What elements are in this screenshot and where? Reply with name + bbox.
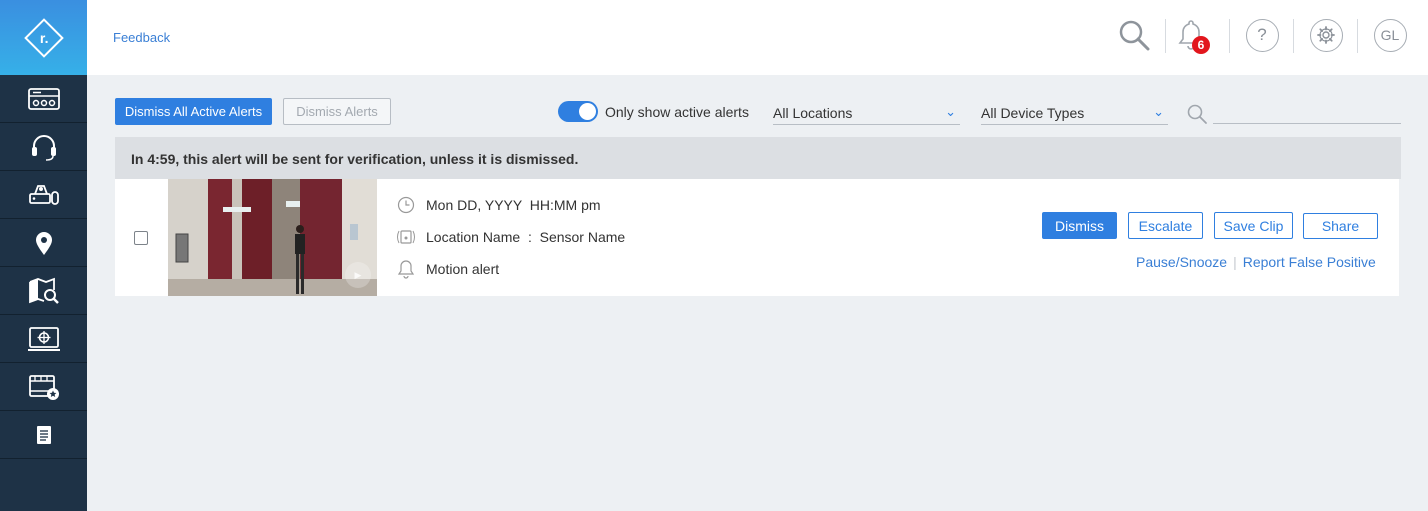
device-types-select[interactable]: All Device Types ⌄ — [981, 100, 1168, 125]
divider — [1293, 19, 1294, 53]
clock-icon — [395, 195, 417, 215]
map-search-icon — [28, 277, 59, 304]
devices-icon — [28, 184, 59, 205]
chevron-down-icon: ⌄ — [945, 104, 956, 119]
sensor-icon — [395, 227, 417, 247]
divider — [1229, 19, 1230, 53]
link-separator: | — [1233, 254, 1237, 270]
escalate-button[interactable]: Escalate — [1128, 212, 1203, 239]
alert-location: Location Name : Sensor Name — [426, 229, 626, 245]
verification-banner: In 4:59, this alert will be sent for ver… — [115, 137, 1401, 179]
feedback-link[interactable]: Feedback — [113, 30, 170, 45]
alert-select-checkbox[interactable] — [134, 231, 148, 245]
report-false-positive-link[interactable]: Report False Positive — [1243, 254, 1376, 270]
sidebar-item-map-search[interactable] — [0, 267, 87, 315]
headset-icon — [31, 134, 56, 161]
alert-timestamp: Mon DD, YYYY HH:MM pm — [426, 197, 601, 213]
gear-icon — [1309, 18, 1343, 52]
locations-select[interactable]: All Locations ⌄ — [773, 100, 960, 125]
sidebar-item-devices[interactable] — [0, 171, 87, 219]
settings-button[interactable] — [1308, 16, 1344, 54]
location-pin-icon — [35, 231, 52, 255]
active-alerts-toggle-label: Only show active alerts — [605, 104, 749, 120]
save-clip-button[interactable]: Save Clip — [1214, 212, 1293, 239]
pause-snooze-link[interactable]: Pause/Snooze — [1136, 254, 1227, 270]
sidebar: r. — [0, 0, 87, 511]
dashboard-icon — [27, 87, 60, 110]
alert-secondary-links: Pause/Snooze | Report False Positive — [1136, 254, 1376, 270]
top-bar: Feedback 6 ? GL — [87, 0, 1428, 75]
alert-card: ▶ Mon DD, YYYY HH:MM pm Location Name : … — [115, 179, 1399, 296]
alert-video-thumbnail[interactable]: ▶ — [168, 179, 377, 296]
user-menu-button[interactable]: GL — [1372, 16, 1408, 54]
sidebar-item-dashboard[interactable] — [0, 75, 87, 123]
sidebar-item-locations[interactable] — [0, 219, 87, 267]
active-alerts-toggle[interactable] — [558, 101, 598, 122]
sidebar-item-clips[interactable] — [0, 363, 87, 411]
app-logo[interactable]: r. — [0, 0, 87, 75]
video-clip-icon — [28, 374, 59, 400]
bell-icon — [395, 259, 417, 279]
notification-badge: 6 — [1192, 36, 1210, 54]
device-types-select-value: All Device Types — [981, 105, 1085, 121]
alert-location-row: Location Name : Sensor Name — [395, 227, 625, 247]
alert-timestamp-row: Mon DD, YYYY HH:MM pm — [395, 195, 601, 215]
locations-select-value: All Locations — [773, 105, 853, 121]
dismiss-all-active-alerts-button[interactable]: Dismiss All Active Alerts — [115, 98, 272, 125]
filter-search-icon — [1186, 103, 1208, 130]
help-button[interactable]: ? — [1244, 16, 1280, 54]
divider — [1165, 19, 1166, 53]
avatar: GL — [1373, 18, 1407, 52]
logo-letter: r. — [39, 29, 48, 46]
search-icon — [1119, 20, 1150, 51]
sidebar-item-reports[interactable] — [0, 411, 87, 459]
monitor-icon — [27, 326, 60, 351]
play-icon: ▶ — [345, 262, 371, 288]
verification-banner-text: In 4:59, this alert will be sent for ver… — [131, 151, 579, 167]
alert-type-row: Motion alert — [395, 259, 499, 279]
divider — [1357, 19, 1358, 53]
alert-type: Motion alert — [426, 261, 500, 277]
sidebar-item-monitor[interactable] — [0, 315, 87, 363]
help-icon: ? — [1245, 18, 1279, 52]
notifications-button[interactable]: 6 — [1173, 16, 1210, 54]
user-initials: GL — [1380, 27, 1400, 43]
sidebar-item-support[interactable] — [0, 123, 87, 171]
chevron-down-icon: ⌄ — [1153, 104, 1164, 119]
share-button[interactable]: Share — [1303, 213, 1378, 239]
dismiss-button[interactable]: Dismiss — [1042, 212, 1117, 239]
toggle-knob — [579, 103, 596, 120]
filter-search-input[interactable] — [1213, 123, 1401, 124]
global-search-button[interactable] — [1116, 16, 1152, 54]
dismiss-alerts-button[interactable]: Dismiss Alerts — [283, 98, 391, 125]
report-icon — [36, 425, 51, 444]
logo-diamond-icon: r. — [23, 17, 64, 58]
help-glyph: ? — [1257, 25, 1267, 44]
